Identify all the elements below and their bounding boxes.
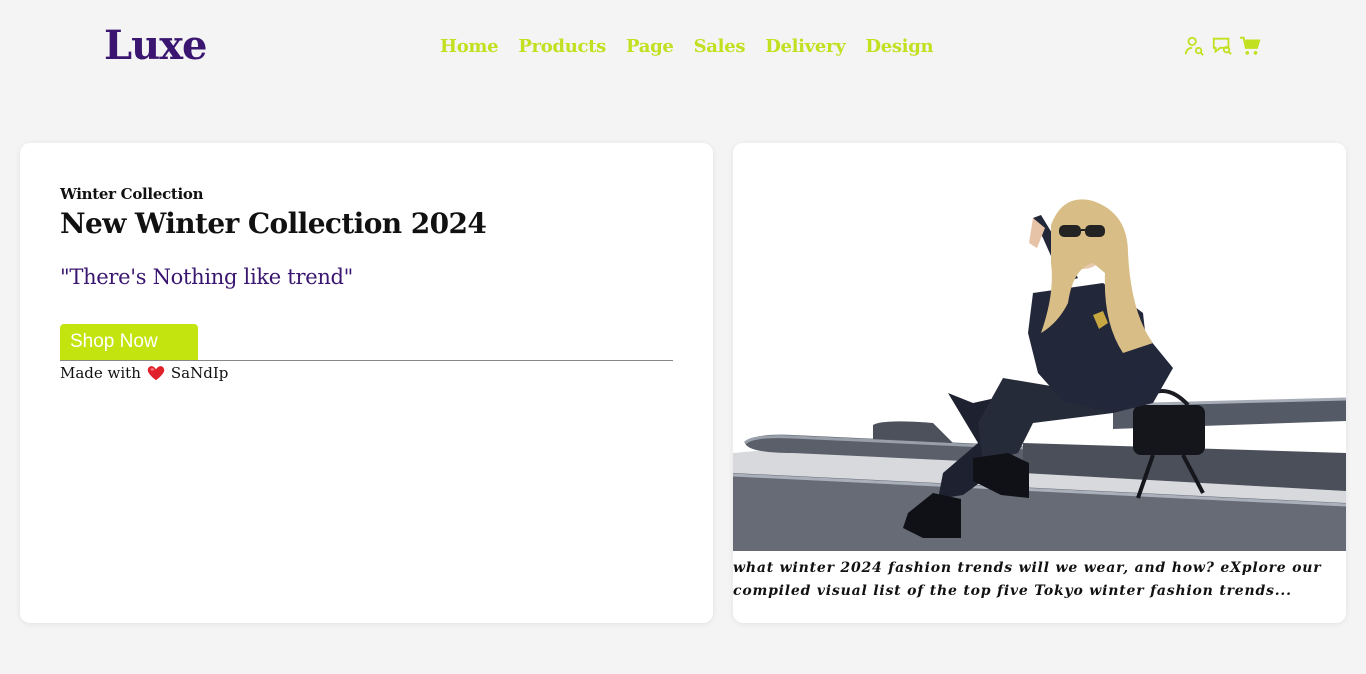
heart-icon bbox=[147, 365, 165, 381]
chat-search-icon[interactable] bbox=[1211, 35, 1233, 57]
fashion-model-image bbox=[733, 143, 1346, 551]
nav-sales[interactable]: Sales bbox=[694, 36, 746, 57]
hero-headline: New Winter Collection 2024 bbox=[60, 207, 487, 240]
nav-design[interactable]: Design bbox=[865, 36, 933, 57]
hero-eyebrow: Winter Collection bbox=[60, 185, 204, 203]
logo[interactable]: Luxe bbox=[104, 22, 208, 69]
nav-products[interactable]: Products bbox=[518, 36, 606, 57]
main-nav: Home Products Page Sales Delivery Design bbox=[440, 36, 934, 57]
site-header: Luxe Home Products Page Sales Delivery D… bbox=[0, 0, 1366, 100]
nav-page[interactable]: Page bbox=[626, 36, 674, 57]
credit-prefix: Made with bbox=[60, 364, 141, 382]
hero-tagline: "There's Nothing like trend" bbox=[60, 265, 354, 289]
nav-home[interactable]: Home bbox=[440, 36, 499, 57]
user-search-icon[interactable] bbox=[1183, 35, 1205, 57]
divider bbox=[60, 360, 673, 361]
feature-caption: what winter 2024 fashion trends will we … bbox=[733, 560, 1322, 599]
hero-card: Winter Collection New Winter Collection … bbox=[20, 143, 713, 623]
feature-card: what winter 2024 fashion trends will we … bbox=[733, 143, 1346, 623]
shop-now-button[interactable]: Shop Now bbox=[60, 324, 198, 360]
header-actions bbox=[1183, 35, 1261, 57]
nav-delivery[interactable]: Delivery bbox=[765, 36, 846, 57]
credit-line: Made with SaNdIp bbox=[60, 364, 228, 382]
credit-author: SaNdIp bbox=[170, 364, 229, 382]
cart-icon[interactable] bbox=[1239, 35, 1261, 57]
